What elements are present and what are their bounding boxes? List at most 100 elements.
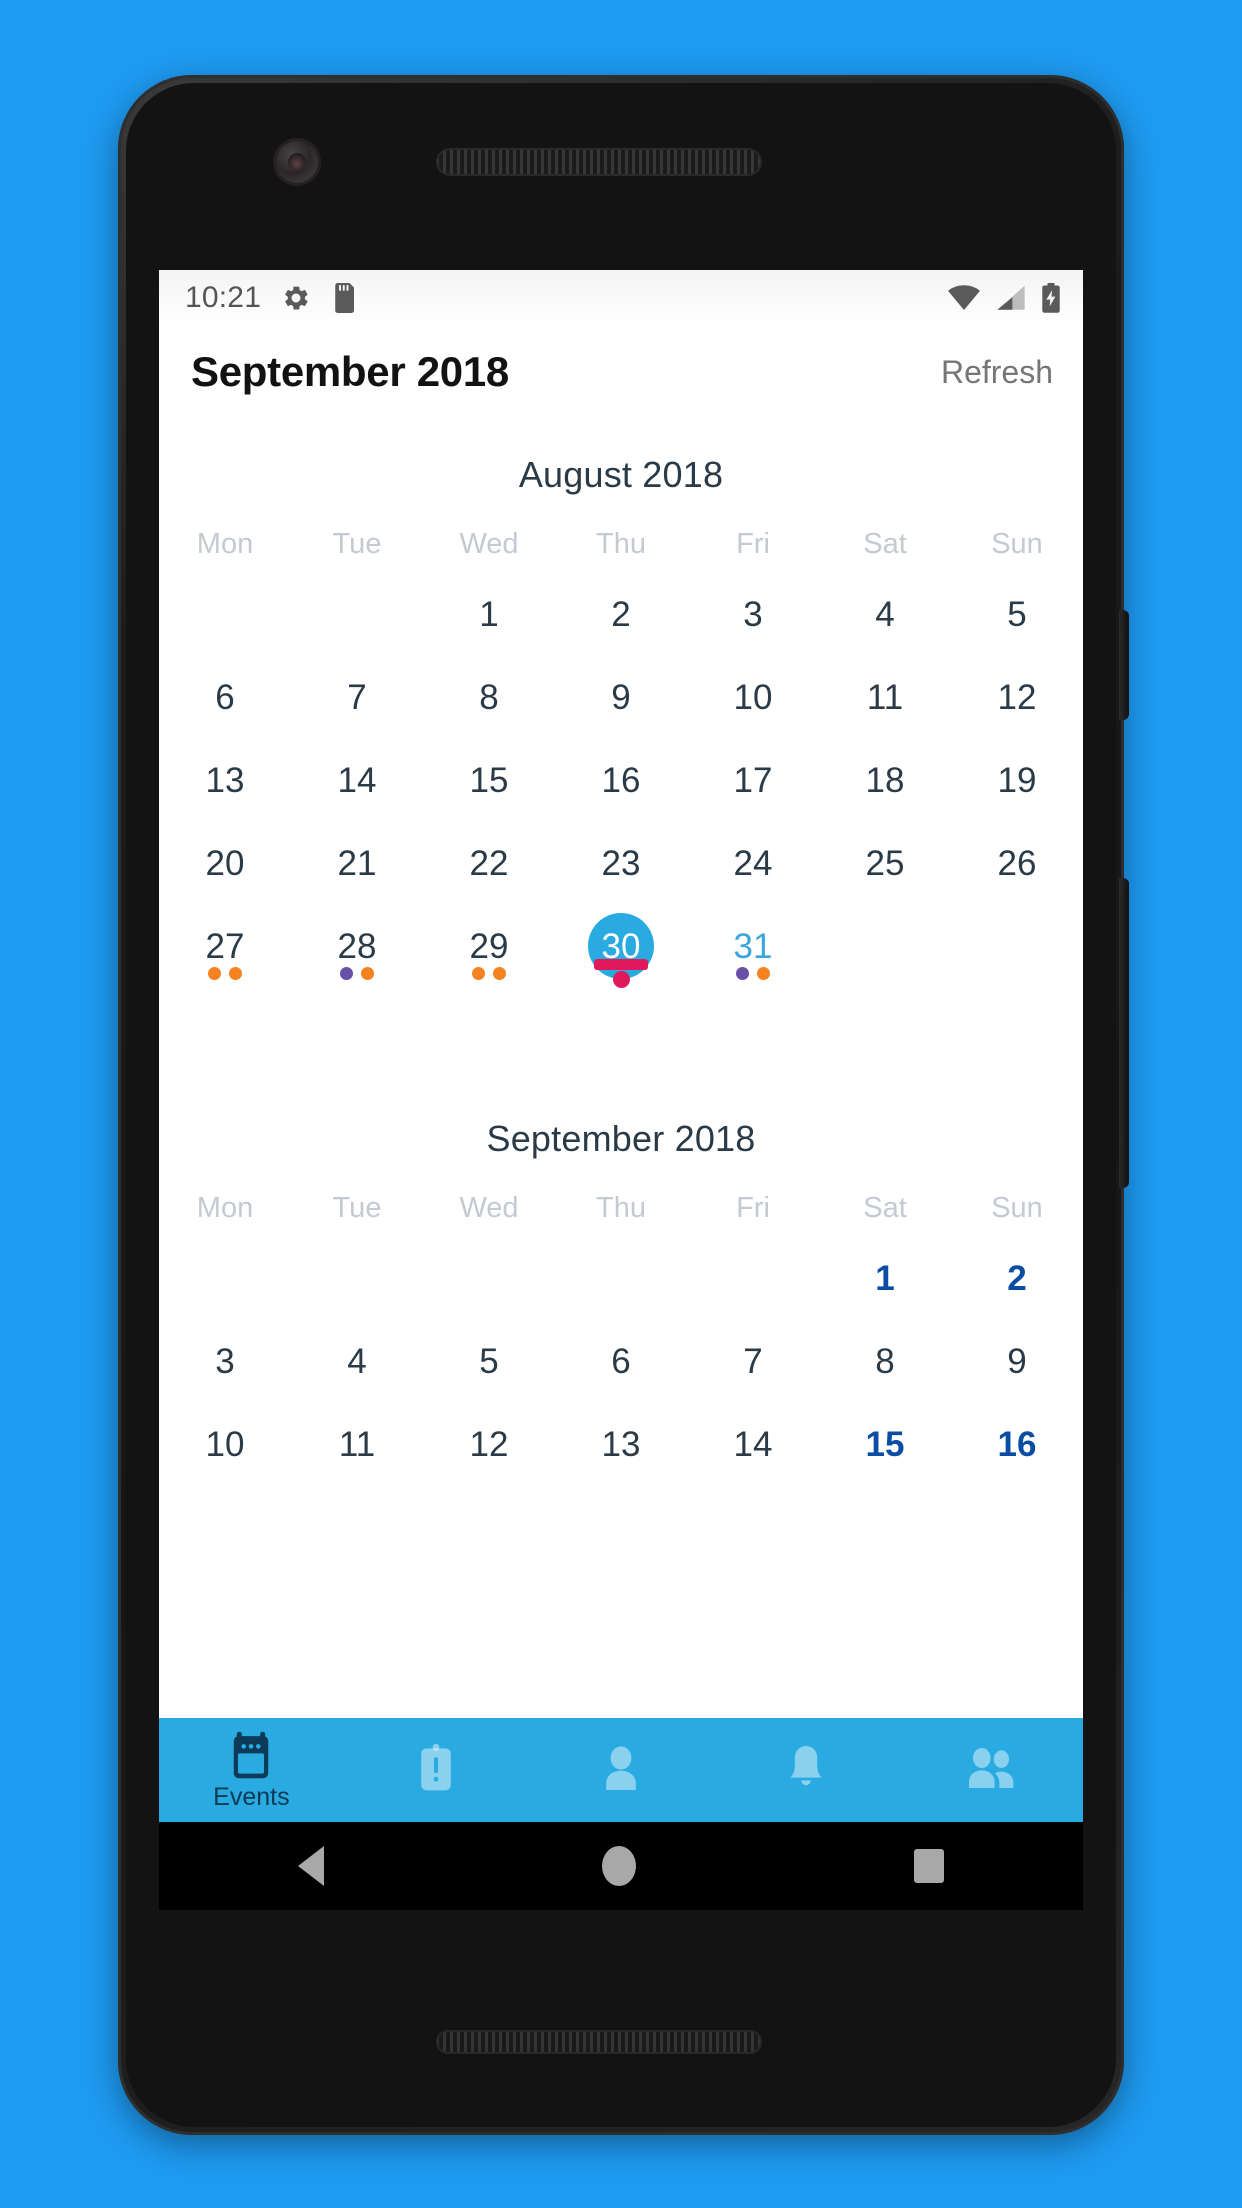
- event-dot-purple: [736, 967, 749, 980]
- calendar-day-cell[interactable]: 22: [423, 820, 555, 903]
- home-circle-icon[interactable]: [602, 1846, 636, 1886]
- calendar-day-cell[interactable]: 11: [819, 654, 951, 737]
- day-number: 12: [469, 1424, 509, 1464]
- calendar-day-cell[interactable]: 2: [951, 1235, 1083, 1318]
- calendar-scroll-area[interactable]: August 2018 Mon Tue Wed Thu Fri Sat Sun 1 2 3 4 5 6 7 8…: [159, 418, 1083, 1822]
- nav-tab-notifications[interactable]: [713, 1718, 898, 1822]
- day-number: [588, 1245, 654, 1311]
- day-number: 21: [337, 843, 377, 883]
- weekday-header-wed: Wed: [459, 1192, 519, 1224]
- calendar-day-cell[interactable]: 9: [555, 654, 687, 737]
- calendar-day-cell[interactable]: 10: [687, 654, 819, 737]
- calendar-cell-empty: [555, 1235, 687, 1318]
- day-number: 4: [875, 594, 895, 634]
- weekday-header-mon: Mon: [196, 528, 254, 560]
- day-number: [720, 1245, 786, 1311]
- calendar-day-cell[interactable]: 12: [951, 654, 1083, 737]
- weekday-header-sun: Sun: [991, 528, 1043, 560]
- calendar-day-cell[interactable]: 4: [291, 1318, 423, 1401]
- weekday-header-thu: Thu: [596, 1192, 646, 1224]
- calendar-day-cell[interactable]: 7: [687, 1318, 819, 1401]
- calendar-cell-empty: [423, 1235, 555, 1318]
- calendar-day-cell[interactable]: 12: [423, 1401, 555, 1484]
- day-number: 5: [479, 1341, 499, 1381]
- calendar-day-cell[interactable]: 16: [951, 1401, 1083, 1484]
- calendar-day-cell[interactable]: 21: [291, 820, 423, 903]
- calendar-day-cell[interactable]: 14: [291, 737, 423, 820]
- calendar-day-cell[interactable]: 29: [423, 903, 555, 986]
- calendar-day-cell[interactable]: 19: [951, 737, 1083, 820]
- calendar-day-cell[interactable]: 14: [687, 1401, 819, 1484]
- calendar-day-cell[interactable]: 24: [687, 820, 819, 903]
- status-bar-left: 10:21: [185, 281, 357, 315]
- day-number: 13: [205, 760, 245, 800]
- calendar-day-cell[interactable]: 1: [423, 571, 555, 654]
- nav-tab-profile[interactable]: [529, 1718, 714, 1822]
- calendar-day-cell[interactable]: 30: [555, 903, 687, 988]
- gear-icon: [281, 283, 311, 313]
- bottom-speaker: [436, 2030, 762, 2054]
- nav-tab-people[interactable]: [898, 1718, 1083, 1822]
- day-number: [324, 1245, 390, 1311]
- calendar-day-cell[interactable]: 5: [951, 571, 1083, 654]
- day-number: 8: [875, 1341, 895, 1381]
- calendar-cell-empty: [819, 903, 951, 986]
- calendar-day-cell[interactable]: 3: [687, 571, 819, 654]
- month-separator: [159, 986, 1083, 1082]
- event-dot-orange: [493, 967, 506, 980]
- calendar-day-cell[interactable]: 8: [423, 654, 555, 737]
- calendar-day-cell[interactable]: 23: [555, 820, 687, 903]
- day-number: 20: [205, 843, 245, 883]
- nav-tab-events[interactable]: Events: [159, 1718, 344, 1822]
- calendar-cell-empty: [159, 571, 291, 654]
- calendar-day-cell[interactable]: 3: [159, 1318, 291, 1401]
- calendar-day-cell[interactable]: 2: [555, 571, 687, 654]
- calendar-day-cell[interactable]: 1: [819, 1235, 951, 1318]
- recents-square-icon[interactable]: [914, 1849, 944, 1883]
- back-triangle-icon[interactable]: [298, 1846, 324, 1886]
- calendar-day-cell[interactable]: 13: [159, 737, 291, 820]
- day-number: 10: [733, 677, 773, 717]
- calendar-week-row: 3 4 5 6 7 8 9: [159, 1318, 1083, 1401]
- calendar-day-cell[interactable]: 6: [159, 654, 291, 737]
- calendar-day-cell[interactable]: 31: [687, 903, 819, 986]
- day-number: 15: [865, 1424, 905, 1464]
- calendar-day-cell[interactable]: 15: [423, 737, 555, 820]
- calendar-day-cell[interactable]: 16: [555, 737, 687, 820]
- calendar-day-cell[interactable]: 28: [291, 903, 423, 986]
- calendar-week-row: 20 21 22 23 24 25 26: [159, 820, 1083, 903]
- calendar-day-cell[interactable]: 5: [423, 1318, 555, 1401]
- power-button[interactable]: [1119, 610, 1129, 720]
- event-dot-orange: [229, 967, 242, 980]
- calendar-day-cell[interactable]: 7: [291, 654, 423, 737]
- calendar-day-cell[interactable]: 25: [819, 820, 951, 903]
- calendar-day-cell[interactable]: 27: [159, 903, 291, 986]
- status-bar: 10:21: [159, 270, 1083, 326]
- calendar-day-cell[interactable]: 4: [819, 571, 951, 654]
- day-number: 19: [997, 760, 1037, 800]
- calendar-week-row: 6 7 8 9 10 11 12: [159, 654, 1083, 737]
- calendar-day-cell[interactable]: 17: [687, 737, 819, 820]
- volume-button[interactable]: [1119, 878, 1129, 1188]
- refresh-button[interactable]: Refresh: [941, 354, 1053, 391]
- calendar-day-cell[interactable]: 26: [951, 820, 1083, 903]
- calendar-day-cell[interactable]: 9: [951, 1318, 1083, 1401]
- calendar-day-cell[interactable]: 10: [159, 1401, 291, 1484]
- day-number: 17: [733, 760, 773, 800]
- wifi-icon: [947, 285, 981, 311]
- calendar-day-cell[interactable]: 18: [819, 737, 951, 820]
- calendar-cell-empty: [687, 1235, 819, 1318]
- people-icon: [965, 1744, 1017, 1792]
- month-block: August 2018 Mon Tue Wed Thu Fri Sat Sun 1 2 3 4 5 6 7 8…: [159, 418, 1083, 988]
- calendar-day-cell[interactable]: 15: [819, 1401, 951, 1484]
- person-icon: [599, 1744, 643, 1792]
- calendar-cell-empty: [291, 571, 423, 654]
- calendar-day-cell[interactable]: 20: [159, 820, 291, 903]
- month-title: August 2018: [518, 454, 724, 495]
- calendar-day-cell[interactable]: 8: [819, 1318, 951, 1401]
- calendar-day-cell[interactable]: 13: [555, 1401, 687, 1484]
- calendar-day-cell[interactable]: 6: [555, 1318, 687, 1401]
- calendar-day-cell[interactable]: 11: [291, 1401, 423, 1484]
- day-number: 26: [997, 843, 1037, 883]
- nav-tab-tasks[interactable]: [344, 1718, 529, 1822]
